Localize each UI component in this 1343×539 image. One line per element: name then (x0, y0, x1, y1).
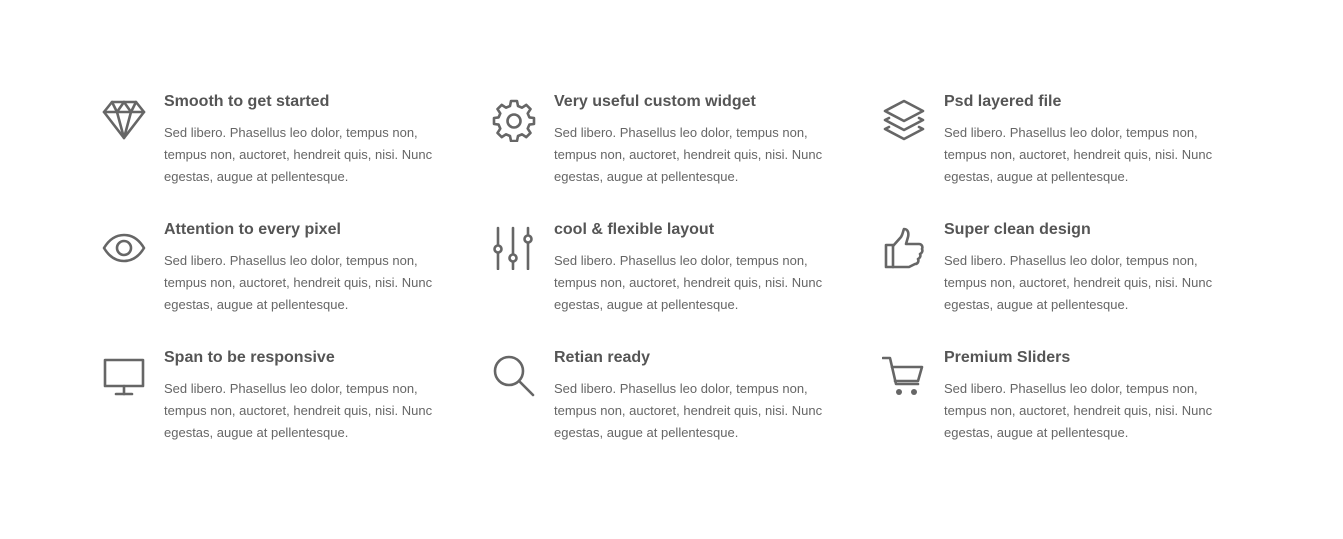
diamond-icon (102, 98, 146, 142)
gear-icon (492, 98, 536, 142)
feature-title: Super clean design (944, 221, 1091, 238)
feature-description: Sed libero. Phasellus leo dolor, tempus … (944, 253, 1213, 312)
feature-description: Sed libero. Phasellus leo dolor, tempus … (944, 381, 1213, 440)
feature-description: Sed libero. Phasellus leo dolor, tempus … (554, 253, 823, 312)
feature-item: Attention to every pixel Sed libero. Pha… (102, 221, 462, 336)
feature-item: Span to be responsive Sed libero. Phasel… (102, 349, 462, 464)
feature-title: Premium Sliders (944, 349, 1071, 366)
feature-item: Smooth to get started Sed libero. Phasel… (102, 93, 462, 208)
feature-item: Very useful custom widget Sed libero. Ph… (492, 93, 852, 208)
feature-title: Span to be responsive (164, 349, 335, 366)
shopping-cart-icon (882, 354, 926, 398)
sliders-icon (492, 226, 536, 270)
feature-description: Sed libero. Phasellus leo dolor, tempus … (164, 381, 433, 440)
feature-item: Psd layered file Sed libero. Phasellus l… (882, 93, 1242, 208)
features-grid: Smooth to get started Sed libero. Phasel… (0, 0, 1343, 539)
feature-item: Retian ready Sed libero. Phasellus leo d… (492, 349, 852, 464)
feature-item: Premium Sliders Sed libero. Phasellus le… (882, 349, 1242, 464)
eye-icon (102, 226, 146, 270)
feature-description: Sed libero. Phasellus leo dolor, tempus … (944, 125, 1213, 184)
feature-description: Sed libero. Phasellus leo dolor, tempus … (164, 125, 433, 184)
feature-item: Super clean design Sed libero. Phasellus… (882, 221, 1242, 336)
feature-title: Attention to every pixel (164, 221, 341, 238)
thumbs-up-icon (882, 226, 926, 270)
feature-description: Sed libero. Phasellus leo dolor, tempus … (164, 253, 433, 312)
feature-title: Smooth to get started (164, 93, 330, 110)
feature-description: Sed libero. Phasellus leo dolor, tempus … (554, 381, 823, 440)
feature-item: cool & flexible layout Sed libero. Phase… (492, 221, 852, 336)
feature-title: Psd layered file (944, 93, 1062, 110)
search-icon (492, 354, 536, 398)
feature-title: cool & flexible layout (554, 221, 715, 238)
feature-title: Retian ready (554, 349, 651, 366)
feature-title: Very useful custom widget (554, 93, 756, 110)
layers-icon (882, 98, 926, 142)
monitor-icon (102, 354, 146, 398)
feature-description: Sed libero. Phasellus leo dolor, tempus … (554, 125, 823, 184)
